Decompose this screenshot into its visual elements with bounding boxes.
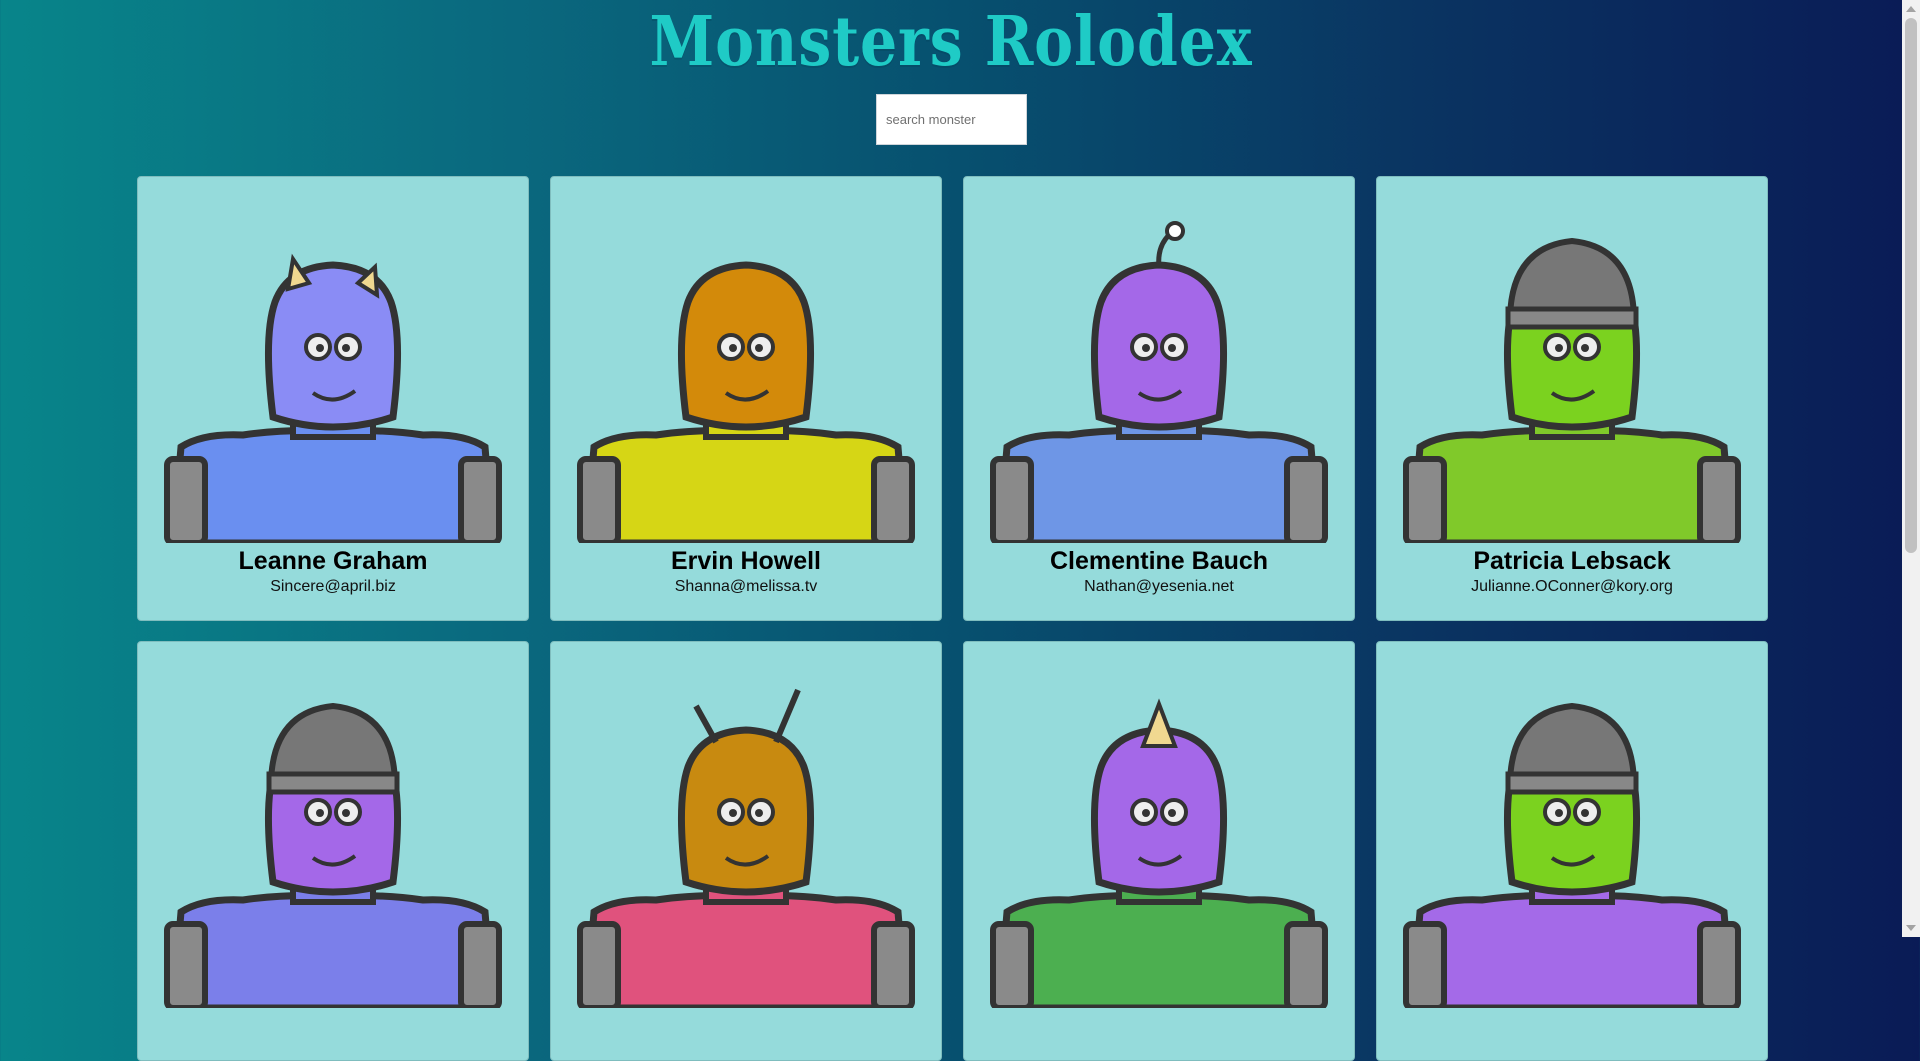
monster-body bbox=[1408, 892, 1736, 1008]
monster-avatar bbox=[1403, 702, 1741, 1008]
monster-name: Patricia Lebsack bbox=[1473, 547, 1671, 575]
monster-card[interactable] bbox=[550, 641, 942, 1061]
monster-avatar bbox=[577, 261, 915, 543]
right-pupil bbox=[1168, 809, 1176, 817]
monster-card[interactable] bbox=[1376, 641, 1768, 1061]
monster-body bbox=[582, 427, 910, 543]
helmet-dome bbox=[267, 702, 399, 785]
left-pupil bbox=[316, 344, 324, 352]
left-shoulder-pad bbox=[164, 456, 208, 543]
right-pupil bbox=[342, 344, 350, 352]
head-horn bbox=[1140, 698, 1178, 748]
monster-avatar bbox=[990, 698, 1328, 1008]
right-pupil bbox=[1168, 344, 1176, 352]
monster-card[interactable]: Patricia Lebsack Julianne.OConner@kory.or… bbox=[1376, 176, 1768, 621]
monster-head bbox=[1090, 261, 1228, 431]
monster-body bbox=[995, 427, 1323, 543]
monster-email: Julianne.OConner@kory.org bbox=[1471, 578, 1673, 595]
monster-body bbox=[582, 892, 910, 1008]
left-antenna bbox=[693, 704, 719, 744]
scroll-down-arrow[interactable] bbox=[1906, 925, 1916, 931]
right-shoulder-pad bbox=[1284, 456, 1328, 543]
monster-avatar bbox=[164, 702, 502, 1008]
left-pupil bbox=[1555, 344, 1563, 352]
left-pupil bbox=[1142, 344, 1150, 352]
monster-head bbox=[1090, 726, 1228, 896]
monster-email: Shanna@melissa.tv bbox=[674, 578, 818, 595]
left-shoulder-pad bbox=[990, 456, 1034, 543]
monster-body bbox=[1408, 427, 1736, 543]
right-pupil bbox=[1581, 344, 1589, 352]
monster-card[interactable]: Leanne Graham Sincere@april.biz bbox=[137, 176, 529, 621]
right-shoulder-pad bbox=[458, 456, 502, 543]
right-pupil bbox=[755, 809, 763, 817]
monster-name: Clementine Bauch bbox=[1049, 547, 1269, 575]
left-pupil bbox=[1555, 809, 1563, 817]
monster-head bbox=[677, 261, 815, 431]
right-shoulder-pad bbox=[871, 456, 915, 543]
monster-avatar bbox=[577, 688, 915, 1008]
right-pupil bbox=[342, 809, 350, 817]
antenna-tip bbox=[1165, 221, 1185, 241]
left-pupil bbox=[729, 344, 737, 352]
right-pupil bbox=[1581, 809, 1589, 817]
right-shoulder-pad bbox=[1697, 456, 1741, 543]
helmet-band bbox=[1505, 306, 1639, 330]
helmet-dome bbox=[1506, 237, 1638, 320]
scrollbar[interactable] bbox=[1902, 0, 1920, 937]
monster-body bbox=[169, 892, 497, 1008]
monster-card[interactable]: Ervin Howell Shanna@melissa.tv bbox=[550, 176, 942, 621]
monster-avatar bbox=[164, 253, 502, 543]
scroll-up-arrow[interactable] bbox=[1906, 6, 1916, 12]
scrollbar-thumb[interactable] bbox=[1905, 18, 1917, 553]
monster-name: Ervin Howell bbox=[670, 547, 822, 575]
monster-body bbox=[169, 427, 497, 543]
search-input[interactable] bbox=[876, 94, 1027, 145]
monster-body bbox=[995, 892, 1323, 1008]
right-pupil bbox=[755, 344, 763, 352]
left-shoulder-pad bbox=[1403, 456, 1447, 543]
left-pupil bbox=[316, 809, 324, 817]
monster-card[interactable]: Clementine Bauch Nathan@yesenia.net bbox=[963, 176, 1355, 621]
monster-email: Sincere@april.biz bbox=[270, 578, 396, 595]
helmet-band bbox=[266, 771, 400, 795]
left-pupil bbox=[1142, 809, 1150, 817]
monster-avatar bbox=[990, 221, 1328, 543]
page-title: Monsters Rolodex bbox=[649, 2, 1253, 82]
monster-name: Leanne Graham bbox=[238, 547, 428, 575]
monster-avatar bbox=[1403, 237, 1741, 543]
monster-card[interactable] bbox=[963, 641, 1355, 1061]
helmet-dome bbox=[1506, 702, 1638, 785]
monster-email: Nathan@yesenia.net bbox=[1084, 578, 1234, 595]
helmet-band bbox=[1505, 771, 1639, 795]
monster-head bbox=[677, 726, 815, 896]
left-shoulder-pad bbox=[577, 456, 621, 543]
monster-card[interactable] bbox=[137, 641, 529, 1061]
left-pupil bbox=[729, 809, 737, 817]
right-antenna bbox=[773, 688, 801, 744]
